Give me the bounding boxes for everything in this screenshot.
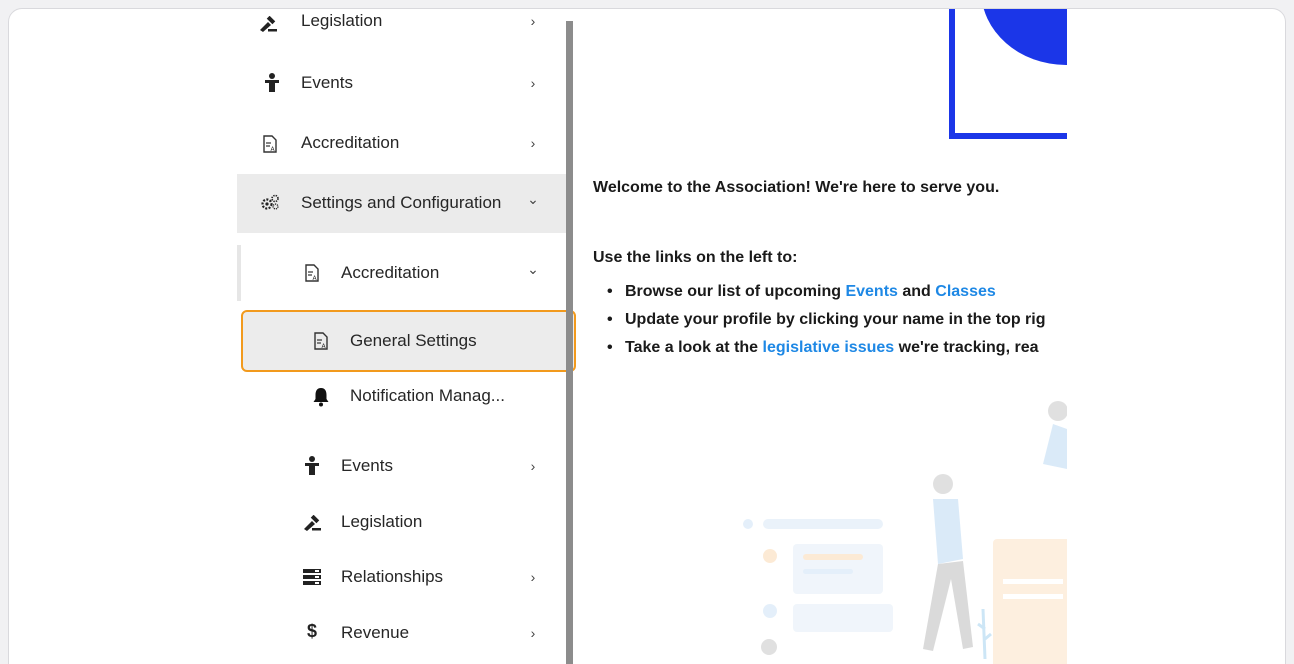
sidebar-item-legislation[interactable]: Legislation ›: [237, 11, 567, 35]
chevron-right-icon: ›: [530, 135, 536, 151]
dollar-icon: $: [306, 620, 317, 641]
list-item-text: Update your profile by clicking your nam…: [625, 311, 1046, 328]
document-icon: A: [310, 330, 332, 352]
list-icon: [301, 566, 323, 588]
chevron-down-icon: ⌄: [527, 191, 539, 207]
sidebar-subitem-revenue[interactable]: $ Revenue ›: [237, 618, 567, 648]
person-podium-icon: [301, 455, 323, 477]
chevron-right-icon: ›: [530, 13, 536, 29]
sidebar-subitem-general-settings[interactable]: A General Settings: [237, 313, 567, 369]
list-item-text: Take a look at the: [625, 339, 763, 356]
bell-icon: [310, 386, 332, 408]
gears-icon: [259, 192, 281, 214]
instructions-list: Browse our list of upcoming Events and C…: [607, 281, 1046, 365]
person-podium-icon: [261, 72, 283, 94]
sidebar-item-label: Events: [301, 73, 353, 92]
list-item: Take a look at the legislative issues we…: [607, 337, 1046, 365]
document-icon: A: [301, 262, 323, 284]
chevron-right-icon: ›: [530, 569, 536, 585]
sidebar-item-label: Accreditation: [341, 263, 440, 282]
chevron-right-icon: ›: [530, 625, 536, 641]
sidebar-subitem-accreditation[interactable]: A Accreditation ⌄: [237, 245, 567, 301]
gavel-icon: [301, 512, 323, 534]
sidebar-subitem-events[interactable]: Events ›: [237, 451, 567, 481]
sidebar-item-label: Relationships: [341, 567, 444, 586]
sidebar-divider[interactable]: [566, 21, 573, 664]
legislative-issues-link[interactable]: legislative issues: [763, 339, 895, 356]
gavel-icon: [257, 13, 279, 35]
sidebar-item-label: Events: [341, 456, 393, 475]
instructions-heading: Use the links on the left to:: [593, 249, 798, 266]
sidebar-item-label: Legislation: [301, 11, 383, 30]
logo-circle-shape: [981, 9, 1067, 65]
association-logo: [949, 9, 1067, 139]
sidebar-item-label: Notification Manag...: [350, 386, 505, 405]
sidebar-item-label: Revenue: [341, 623, 410, 642]
welcome-illustration: [743, 401, 1067, 664]
sidebar-subitem-notification-management[interactable]: Notification Manag...: [237, 381, 567, 411]
sidebar-item-label: General Settings: [350, 331, 477, 350]
sidebar-item-label: Accreditation: [301, 133, 400, 152]
sidebar-item-label: Settings and Configuration: [301, 193, 502, 212]
list-item-text: and: [897, 283, 936, 300]
sidebar-subitem-relationships[interactable]: Relationships ›: [237, 562, 567, 592]
chevron-down-icon: ⌄: [527, 261, 539, 277]
sidebar-item-accreditation[interactable]: A Accreditation ›: [237, 129, 567, 157]
sidebar: Legislation › Events › A Accreditation ›…: [237, 9, 576, 664]
list-item-text: we're tracking, rea: [894, 339, 1039, 356]
chevron-right-icon: ›: [530, 458, 536, 474]
sidebar-item-label: Legislation: [341, 512, 423, 531]
sidebar-item-events[interactable]: Events ›: [237, 69, 567, 97]
main-content: Welcome to the Association! We're here t…: [573, 9, 1067, 664]
sidebar-subitem-legislation[interactable]: Legislation: [237, 507, 567, 537]
list-item: Browse our list of upcoming Events and C…: [607, 281, 1046, 309]
document-icon: A: [259, 133, 281, 155]
sidebar-item-settings[interactable]: Settings and Configuration ⌄: [237, 174, 567, 233]
welcome-text: Welcome to the Association! We're here t…: [593, 179, 1000, 196]
list-item: Update your profile by clicking your nam…: [607, 309, 1046, 337]
chevron-right-icon: ›: [530, 75, 536, 91]
list-item-text: Browse our list of upcoming: [625, 283, 846, 300]
events-link[interactable]: Events: [845, 283, 897, 300]
classes-link[interactable]: Classes: [935, 283, 996, 300]
browser-frame: Legislation › Events › A Accreditation ›…: [8, 8, 1286, 664]
